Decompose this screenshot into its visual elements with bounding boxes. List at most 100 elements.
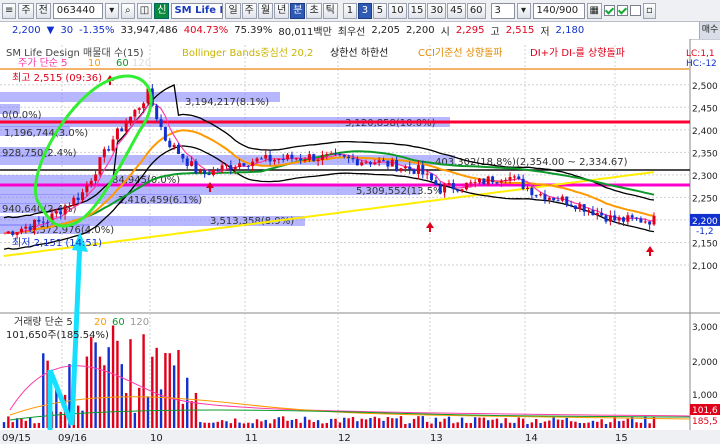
- candle-body: [85, 185, 89, 193]
- candle-body: [89, 180, 93, 186]
- volume-bar: [626, 418, 630, 428]
- candle-body: [587, 210, 591, 212]
- shin-button[interactable]: 신: [154, 2, 170, 19]
- volume-bar: [617, 421, 621, 428]
- candle-body: [190, 161, 194, 166]
- candle-body: [591, 210, 595, 216]
- volume-bar: [495, 418, 499, 428]
- candle-body: [456, 189, 460, 192]
- stock-code-input[interactable]: 063440: [52, 2, 103, 19]
- interval-button[interactable]: 30: [427, 2, 447, 19]
- candle-body: [600, 212, 604, 216]
- bid-price: 2,205: [371, 25, 401, 36]
- count-display[interactable]: 140/900: [532, 2, 585, 19]
- interval-button[interactable]: 1: [342, 2, 357, 19]
- volume-bar: [473, 417, 477, 428]
- price-tick-label: 2,400: [692, 127, 718, 137]
- candle-body: [368, 162, 372, 165]
- candle-body: [94, 174, 98, 181]
- low-price: 2,180: [555, 25, 585, 36]
- volume-bar: [90, 337, 93, 428]
- volume-bar: [229, 423, 233, 428]
- volume-bar: [329, 418, 333, 428]
- volume-bar: [639, 422, 643, 428]
- ask-price: 2,200: [406, 25, 435, 36]
- volume-tag-2: 185,5: [692, 417, 718, 427]
- candle-body: [24, 226, 28, 229]
- candle-body: [185, 158, 189, 166]
- option-checkbox-1[interactable]: [604, 5, 615, 16]
- interval-button[interactable]: 10: [387, 2, 407, 19]
- custom-interval-input[interactable]: 3: [490, 2, 515, 19]
- volume-bar: [190, 401, 193, 428]
- candle-body: [107, 149, 111, 151]
- time-axis-label: 09/16: [58, 433, 87, 444]
- volume-bar: [569, 421, 573, 428]
- volume-bar: [583, 423, 586, 428]
- volume-bar: [517, 417, 520, 428]
- toolbar-option-icon[interactable]: ▫: [643, 2, 656, 19]
- profile-label: 3,194,217(8.1%): [185, 97, 269, 108]
- prev-button[interactable]: 전: [35, 2, 51, 19]
- profile-label: 2,416,459(6.1%): [118, 195, 202, 206]
- lock-icon[interactable]: ◫: [136, 2, 153, 19]
- volume-bar: [351, 417, 355, 428]
- change-rate: -1.35%: [79, 25, 115, 36]
- profile-label: 928,750(2.4%): [2, 148, 77, 159]
- candle-body: [172, 144, 176, 148]
- candle-body: [355, 159, 359, 166]
- interval-button[interactable]: 45: [447, 2, 466, 19]
- period-button[interactable]: 일: [225, 2, 241, 19]
- candle-body: [604, 215, 608, 222]
- volume-bar: [604, 423, 608, 428]
- volume-bar: [133, 412, 137, 428]
- period-button[interactable]: 월: [257, 2, 274, 19]
- price-change: 30: [60, 25, 74, 36]
- candle-body: [316, 159, 320, 162]
- stock-chart[interactable]: 3,194,217(8.1%)0(0.0%)3,120,858(10.0%)1,…: [0, 39, 720, 444]
- stock-name-field[interactable]: SM Life De: [171, 2, 224, 19]
- volume-bar: [391, 418, 394, 428]
- period-button[interactable]: 초: [306, 2, 322, 19]
- period-button[interactable]: 주: [241, 2, 257, 19]
- volume-bar: [255, 419, 259, 428]
- candle-body: [37, 219, 41, 222]
- candle-body: [613, 215, 617, 221]
- settings-icon[interactable]: ▦: [586, 2, 602, 19]
- volume-bar: [20, 418, 23, 428]
- dropdown-arrow-icon[interactable]: ▾: [104, 2, 119, 19]
- candle-body: [342, 155, 346, 157]
- volume-bar: [234, 418, 237, 428]
- period-button[interactable]: 분: [290, 2, 306, 19]
- buy-button[interactable]: 매수: [699, 22, 720, 39]
- interval-button[interactable]: 5: [372, 2, 387, 19]
- candle-body: [416, 165, 420, 174]
- candle-body: [373, 162, 377, 165]
- candle-body: [360, 162, 364, 166]
- candle-body: [11, 231, 15, 235]
- candle-body: [216, 169, 220, 171]
- candle-body: [565, 196, 569, 205]
- candle-body: [294, 158, 298, 160]
- option-checkbox-2[interactable]: [617, 5, 628, 16]
- interval-button[interactable]: 15: [407, 2, 427, 19]
- search-icon[interactable]: ⌕: [120, 2, 135, 19]
- candle-body: [259, 158, 263, 160]
- interval-button[interactable]: 3: [357, 2, 372, 19]
- volume-bar: [290, 419, 294, 428]
- volume-bar: [452, 423, 455, 428]
- price-tick-label: 2,500: [692, 82, 718, 92]
- period-button[interactable]: 틱: [322, 2, 338, 19]
- chart-type-button[interactable]: 주: [18, 2, 34, 19]
- period-button[interactable]: 년: [274, 2, 290, 19]
- option-checkbox-3[interactable]: [630, 5, 641, 16]
- volume-bar: [28, 417, 32, 428]
- menu-button[interactable]: ≡: [2, 2, 17, 19]
- volume-bar: [421, 416, 424, 428]
- volume-bar: [111, 325, 115, 428]
- candle-body: [621, 217, 625, 222]
- interval-button[interactable]: 60: [466, 2, 486, 19]
- volume-bar: [277, 417, 281, 428]
- interval-dropdown-icon[interactable]: ▾: [516, 2, 531, 19]
- candle-body: [390, 160, 394, 167]
